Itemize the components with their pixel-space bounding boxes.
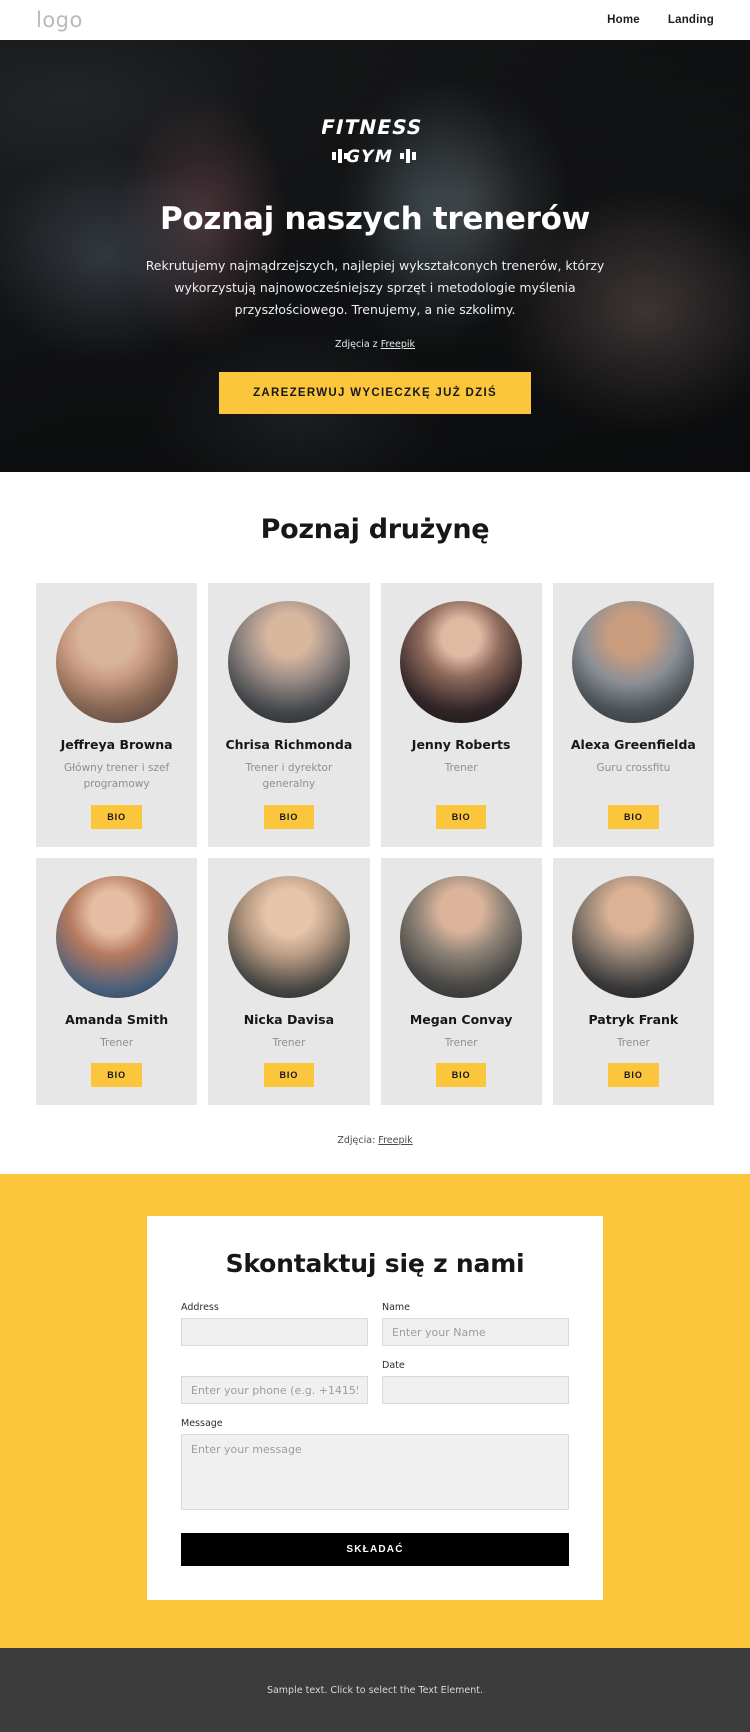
- hero-title: Poznaj naszych trenerów: [160, 201, 590, 237]
- team-grid: Jeffreya Browna Główny trener i szef pro…: [36, 583, 714, 1106]
- book-tour-button[interactable]: ZAREZERWUJ WYCIECZKĘ JUŻ DZIŚ: [219, 371, 531, 414]
- member-role: Trener i dyrektor generalny: [245, 762, 333, 790]
- site-header: logo Home Landing: [0, 0, 750, 40]
- hero-subtitle: Rekrutujemy najmądrzejszych, najlepiej w…: [145, 258, 605, 317]
- member-role: Główny trener i szef programowy: [64, 762, 170, 790]
- member-role: Trener: [444, 762, 478, 774]
- avatar: [572, 875, 695, 998]
- team-credit-link[interactable]: Freepik: [378, 1135, 412, 1146]
- address-input[interactable]: [181, 1318, 368, 1347]
- team-card[interactable]: Jenny Roberts Trener BIO: [380, 583, 542, 847]
- message-label: Message: [181, 1418, 223, 1430]
- message-input[interactable]: [181, 1434, 569, 1511]
- contact-form-card: Skontaktuj się z nami Address Name: [147, 1216, 603, 1601]
- site-footer: Sample text. Click to select the Text El…: [0, 1648, 750, 1732]
- footer-text[interactable]: Sample text. Click to select the Text El…: [267, 1685, 483, 1696]
- address-label: Address: [181, 1302, 219, 1314]
- bio-button[interactable]: BIO: [91, 804, 142, 829]
- bio-button[interactable]: BIO: [435, 804, 487, 829]
- contact-form: Address Name Date: [181, 1302, 569, 1567]
- hero-image-credit: Zdjęcia z Freepik: [0, 339, 750, 350]
- member-name: Amanda Smith: [65, 1011, 169, 1027]
- member-name: Chrisa Richmonda: [225, 737, 353, 752]
- bio-button[interactable]: BIO: [263, 804, 315, 829]
- team-card[interactable]: Alexa Greenfielda Guru crossfitu BIO: [552, 583, 714, 847]
- bio-button[interactable]: BIO: [435, 1063, 487, 1088]
- team-card[interactable]: Chrisa Richmonda Trener i dyrektor gener…: [208, 583, 370, 847]
- avatar: [55, 875, 178, 998]
- team-section: Poznaj drużynę Jeffreya Browna Główny tr…: [0, 472, 750, 1175]
- name-input[interactable]: [382, 1318, 569, 1347]
- contact-section: Skontaktuj się z nami Address Name: [0, 1174, 750, 1649]
- hero-credit-link[interactable]: Freepik: [381, 339, 415, 350]
- submit-button[interactable]: SKŁADAĆ: [181, 1533, 569, 1567]
- phone-input[interactable]: [181, 1376, 368, 1405]
- team-credit-prefix: Zdjęcia:: [337, 1135, 379, 1147]
- team-card[interactable]: Amanda Smith Trener BIO: [36, 857, 198, 1106]
- member-name: Megan Convay: [409, 1011, 513, 1027]
- member-name: Nicka Davisa: [243, 1011, 335, 1027]
- svg-text:GYM: GYM: [344, 147, 396, 167]
- member-role: Trener: [100, 1036, 134, 1049]
- name-label: Name: [382, 1302, 411, 1314]
- nav-item-landing[interactable]: Landing: [668, 14, 714, 26]
- team-card[interactable]: Nicka Davisa Trener BIO: [208, 857, 370, 1106]
- member-name: Jenny Roberts: [411, 737, 511, 752]
- site-logo[interactable]: logo: [36, 8, 83, 32]
- team-card[interactable]: Patryk Frank Trener BIO: [552, 857, 714, 1106]
- avatar: [400, 875, 523, 998]
- avatar: [400, 601, 523, 723]
- bio-button[interactable]: BIO: [263, 1063, 315, 1088]
- member-role: Guru crossfitu: [596, 762, 671, 774]
- date-input[interactable]: [382, 1376, 569, 1405]
- team-card[interactable]: Jeffreya Browna Główny trener i szef pro…: [36, 583, 198, 847]
- team-section-title: Poznaj drużynę: [260, 514, 490, 545]
- bio-button[interactable]: BIO: [91, 1063, 142, 1088]
- hero-credit-prefix: Zdjęcia z: [334, 338, 381, 350]
- contact-form-title: Skontaktuj się z nami: [225, 1249, 525, 1279]
- team-card[interactable]: Megan Convay Trener BIO: [380, 857, 542, 1106]
- svg-text:FITNESS: FITNESS: [322, 115, 425, 139]
- member-role: Trener: [616, 1036, 650, 1049]
- avatar: [227, 875, 350, 998]
- avatar: [572, 601, 695, 723]
- hero-section: FITNESS GYM Poznaj naszych trenerów Rekr…: [0, 40, 750, 472]
- nav-item-home[interactable]: Home: [607, 14, 640, 26]
- member-name: Alexa Greenfielda: [570, 737, 696, 752]
- team-image-credit: Zdjęcia: Freepik: [0, 1135, 750, 1146]
- member-role: Trener: [272, 1036, 306, 1049]
- date-label: Date: [382, 1360, 405, 1372]
- member-role: Trener: [444, 1036, 478, 1049]
- bio-button[interactable]: BIO: [608, 1063, 659, 1088]
- main-nav: Home Landing: [607, 14, 714, 26]
- avatar: [55, 601, 178, 723]
- member-name: Jeffreya Browna: [60, 737, 173, 752]
- bio-button[interactable]: BIO: [608, 804, 659, 829]
- member-name: Patryk Frank: [588, 1011, 679, 1027]
- fitness-gym-logo: FITNESS GYM: [319, 112, 428, 175]
- avatar: [227, 601, 350, 723]
